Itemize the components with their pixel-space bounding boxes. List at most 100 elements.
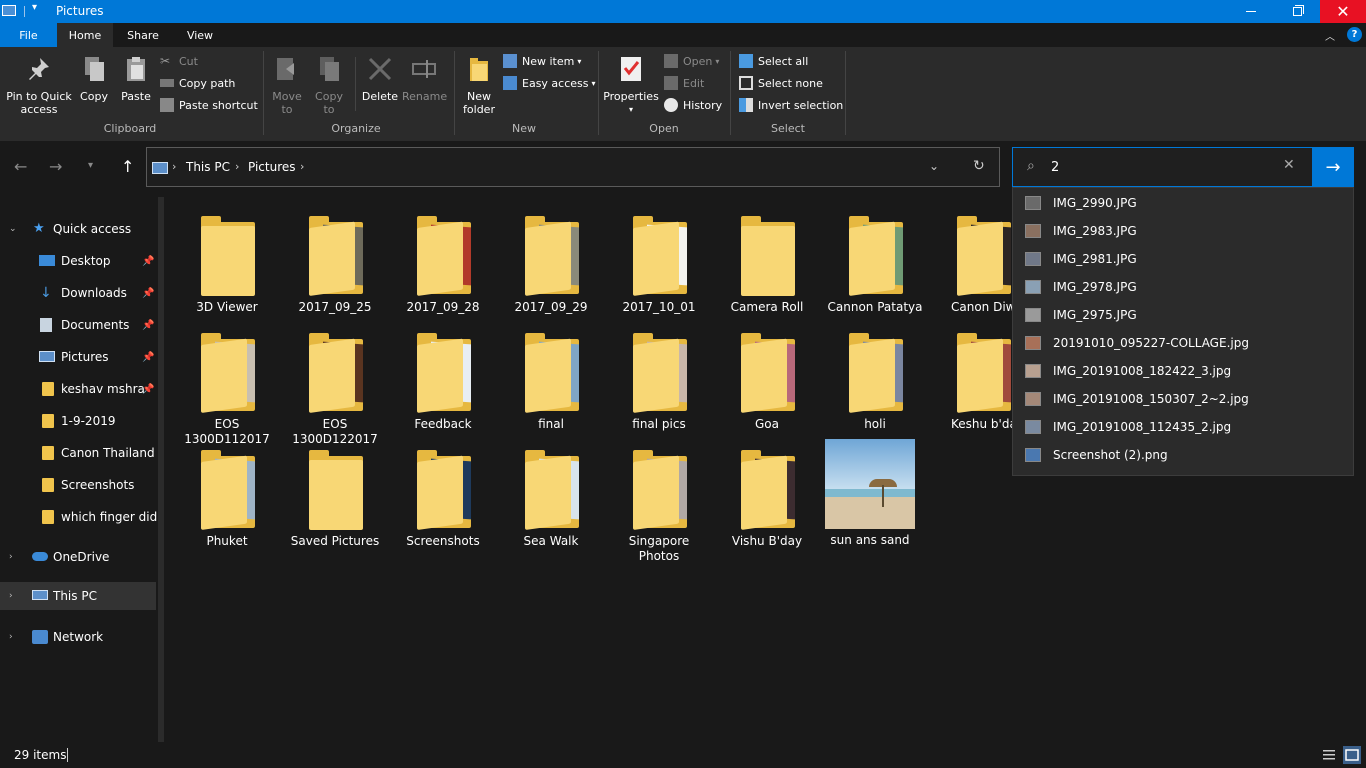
explorer-window-icon[interactable]	[2, 5, 16, 16]
search-suggestion-item[interactable]: IMG_2981.JPG	[1013, 245, 1353, 273]
folder-tile[interactable]: 2017_09_28	[393, 212, 493, 315]
collapse-chevron-icon[interactable]: ⌄	[9, 224, 17, 234]
folder-tile[interactable]: EOS 1300D112017	[177, 329, 277, 447]
history-button[interactable]: History	[664, 95, 722, 115]
sidebar-item-pictures[interactable]: Pictures 📌	[0, 343, 156, 371]
up-button[interactable]: ↑	[121, 157, 134, 176]
properties-button[interactable]: Properties ▾	[602, 55, 660, 116]
breadcrumb-chevron[interactable]: ›	[300, 160, 304, 173]
tab-view[interactable]: View	[173, 23, 227, 47]
tab-home[interactable]: Home	[57, 23, 113, 47]
search-suggestion-item[interactable]: Screenshot (2).png	[1013, 441, 1353, 469]
search-suggestion-item[interactable]: IMG_20191008_112435_2.jpg	[1013, 413, 1353, 441]
pin-icon[interactable]: 📌	[142, 384, 154, 395]
help-icon[interactable]: ?	[1347, 27, 1362, 42]
new-folder-button[interactable]: New folder	[458, 55, 500, 116]
breadcrumb-this-pc[interactable]: This PC	[186, 160, 230, 174]
breadcrumb-chevron[interactable]: ›	[172, 160, 176, 173]
pin-icon[interactable]: 📌	[142, 320, 154, 331]
folder-tile[interactable]: Vishu B'day	[717, 446, 817, 549]
cut-button[interactable]: ✂ Cut	[160, 51, 198, 71]
pin-icon[interactable]: 📌	[142, 288, 154, 299]
new-item-button[interactable]: New item ▾	[503, 51, 581, 71]
rename-button[interactable]: Rename	[402, 55, 447, 103]
folder-tile[interactable]: Cannon Patatya	[825, 212, 925, 315]
folder-tile[interactable]: Phuket	[177, 446, 277, 549]
search-suggestion-item[interactable]: IMG_2990.JPG	[1013, 189, 1353, 217]
close-button[interactable]: ✕	[1320, 0, 1366, 23]
copy-to-button[interactable]: Copy to	[310, 55, 348, 116]
forward-button[interactable]: →	[49, 157, 62, 176]
select-all-button[interactable]: Select all	[739, 51, 808, 71]
search-box[interactable]: ⌕ ✕ →	[1012, 147, 1354, 187]
sidebar-item-network[interactable]: › Network	[0, 623, 156, 651]
invert-selection-button[interactable]: Invert selection	[739, 95, 843, 115]
folder-tile[interactable]: final pics	[609, 329, 709, 432]
easy-access-button[interactable]: Easy access ▾	[503, 73, 596, 93]
recent-locations-button[interactable]: ▾	[88, 160, 93, 171]
search-input[interactable]	[1051, 156, 1281, 178]
folder-tile[interactable]: Saved Pictures	[285, 446, 385, 549]
move-to-button[interactable]: Move to	[268, 55, 306, 116]
copy-button[interactable]: Copy	[76, 55, 112, 103]
search-go-button[interactable]: →	[1312, 147, 1354, 187]
copy-path-button[interactable]: Copy path	[160, 73, 235, 93]
quick-access-toolbar-dropdown-icon[interactable]: ▾	[32, 2, 37, 13]
breadcrumb-chevron[interactable]: ›	[235, 160, 239, 173]
paste-shortcut-button[interactable]: Paste shortcut	[160, 95, 258, 115]
sidebar-item-1-9-2019[interactable]: 1-9-2019	[0, 407, 156, 435]
search-suggestion-item[interactable]: IMG_2983.JPG	[1013, 217, 1353, 245]
refresh-button[interactable]: ↻	[973, 158, 985, 174]
sidebar-item-which-finger-did-it[interactable]: which finger did it	[0, 503, 157, 531]
search-suggestion-item[interactable]: IMG_2978.JPG	[1013, 273, 1353, 301]
folder-tile[interactable]: Singapore Photos	[609, 446, 709, 564]
pin-icon[interactable]: 📌	[142, 256, 154, 267]
folder-tile[interactable]: Sea Walk	[501, 446, 601, 549]
select-none-button[interactable]: Select none	[739, 73, 823, 93]
folder-tile[interactable]: holi	[825, 329, 925, 432]
delete-button[interactable]: Delete	[360, 55, 400, 103]
tab-file[interactable]: File	[0, 23, 57, 47]
pin-to-quick-access-button[interactable]: Pin to Quick access	[6, 55, 72, 116]
folder-tile[interactable]: 2017_09_29	[501, 212, 601, 315]
sidebar-item-keshav-mshra[interactable]: keshav mshra 📌	[0, 375, 156, 403]
expand-chevron-icon[interactable]: ›	[9, 632, 13, 642]
sidebar-item-desktop[interactable]: Desktop 📌	[0, 247, 156, 275]
sidebar-item-downloads[interactable]: ↓ Downloads 📌	[0, 279, 156, 307]
collapse-ribbon-icon[interactable]: ︿	[1325, 28, 1335, 43]
search-suggestion-item[interactable]: 20191010_095227-COLLAGE.jpg	[1013, 329, 1353, 357]
folder-tile[interactable]: Goa	[717, 329, 817, 432]
folder-tile[interactable]: 3D Viewer	[177, 212, 277, 315]
folder-tile[interactable]: EOS 1300D122017	[285, 329, 385, 447]
sidebar-item-onedrive[interactable]: › OneDrive	[0, 543, 156, 571]
paste-button[interactable]: Paste	[117, 55, 155, 103]
folder-tile[interactable]: Feedback	[393, 329, 493, 432]
tab-share[interactable]: Share	[115, 23, 171, 47]
sidebar-item-screenshots[interactable]: Screenshots	[0, 471, 156, 499]
breadcrumb-pictures[interactable]: Pictures	[248, 160, 296, 174]
sidebar-item-documents[interactable]: Documents 📌	[0, 311, 156, 339]
clear-search-button[interactable]: ✕	[1283, 157, 1295, 173]
folder-tile[interactable]: Screenshots	[393, 446, 493, 549]
sidebar-item-this-pc[interactable]: › This PC	[0, 582, 156, 610]
folder-tile[interactable]: 2017_09_25	[285, 212, 385, 315]
search-suggestion-item[interactable]: IMG_20191008_182422_3.jpg	[1013, 357, 1353, 385]
minimize-button[interactable]	[1228, 0, 1274, 23]
address-bar[interactable]: › This PC › Pictures › ⌄ ↻	[146, 147, 1000, 187]
search-suggestion-item[interactable]: IMG_20191008_150307_2~2.jpg	[1013, 385, 1353, 413]
navigation-pane-scrollbar[interactable]	[158, 197, 164, 742]
restore-button[interactable]	[1274, 0, 1320, 23]
folder-tile[interactable]: 2017_10_01	[609, 212, 709, 315]
sidebar-item-canon-thailand[interactable]: Canon Thailand	[0, 439, 156, 467]
large-icons-view-button[interactable]	[1343, 746, 1361, 764]
open-button[interactable]: Open ▾	[664, 51, 719, 71]
folder-tile[interactable]: final	[501, 329, 601, 432]
search-suggestion-item[interactable]: IMG_2975.JPG	[1013, 301, 1353, 329]
address-history-button[interactable]: ⌄	[929, 159, 939, 173]
edit-button[interactable]: Edit	[664, 73, 704, 93]
sidebar-item-quick-access[interactable]: ⌄ ★ Quick access	[0, 215, 156, 243]
folder-tile[interactable]: sun ans sand	[820, 439, 920, 548]
expand-chevron-icon[interactable]: ›	[9, 552, 13, 562]
back-button[interactable]: ←	[14, 157, 27, 176]
pin-icon[interactable]: 📌	[142, 352, 154, 363]
